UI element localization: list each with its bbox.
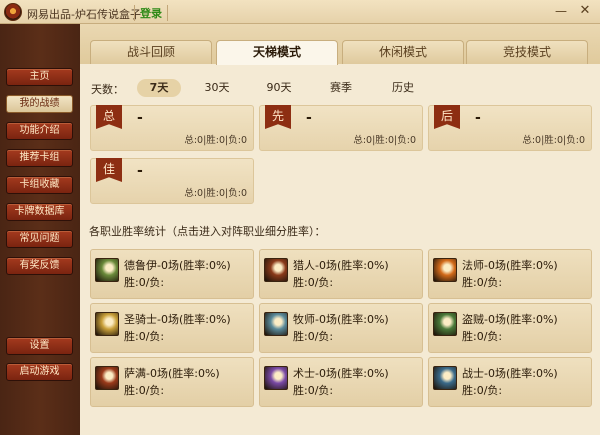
rank-badge: 先 <box>265 105 291 129</box>
title-bar: 网易出品-炉石传说盒子 登录 — ✕ <box>0 0 600 24</box>
hunter-icon <box>264 258 288 282</box>
sidebar-item-faq[interactable]: 常见问题 <box>6 230 73 248</box>
class-section-title: 各职业胜率统计（点击进入对阵职业细分胜率）： <box>89 225 326 238</box>
rank-badge: 佳 <box>96 158 122 182</box>
mage-icon <box>433 258 457 282</box>
rank-card-second: 后 - 总:0|胜:0|负:0 <box>428 105 592 151</box>
class-card[interactable]: 圣骑士-0场(胜率:0%) 胜:0/负: <box>90 303 254 353</box>
days-option-30[interactable]: 30天 <box>197 79 237 97</box>
class-name: 牧师-0场(胜率:0%) <box>293 313 389 326</box>
days-option-history[interactable]: 历史 <box>383 79 423 97</box>
class-card[interactable]: 萨满-0场(胜率:0%) 胜:0/负: <box>90 357 254 407</box>
tab-battle-review[interactable]: 战斗回顾 <box>90 40 212 64</box>
tab-arena-mode[interactable]: 竞技模式 <box>466 40 588 64</box>
class-record: 胜:0/负: <box>462 384 503 397</box>
warlock-icon <box>264 366 288 390</box>
sidebar-item-launch-game[interactable]: 启动游戏 <box>6 363 73 381</box>
days-option-7[interactable]: 7天 <box>137 79 181 97</box>
sidebar-item-recommended-decks[interactable]: 推荐卡组 <box>6 149 73 167</box>
class-card[interactable]: 法师-0场(胜率:0%) 胜:0/负: <box>428 249 592 299</box>
class-name: 猎人-0场(胜率:0%) <box>293 259 389 272</box>
rank-value: - <box>137 163 143 179</box>
rank-value: - <box>137 110 143 126</box>
class-name: 法师-0场(胜率:0%) <box>462 259 558 272</box>
class-card[interactable]: 德鲁伊-0场(胜率:0%) 胜:0/负: <box>90 249 254 299</box>
class-name: 盗贼-0场(胜率:0%) <box>462 313 558 326</box>
rank-card-first: 先 - 总:0|胜:0|负:0 <box>259 105 423 151</box>
sidebar-item-feedback[interactable]: 有奖反馈 <box>6 257 73 275</box>
rank-card-total: 总 - 总:0|胜:0|负:0 <box>90 105 254 151</box>
class-name: 德鲁伊-0场(胜率:0%) <box>124 259 231 272</box>
main-panel: 战斗回顾 天梯模式 休闲模式 竞技模式 天数： 7天 30天 90天 赛季 历史… <box>80 24 600 435</box>
minimize-button[interactable]: — <box>550 1 572 21</box>
sidebar-item-features[interactable]: 功能介绍 <box>6 122 73 140</box>
close-button[interactable]: ✕ <box>574 1 596 21</box>
days-option-season[interactable]: 赛季 <box>321 79 361 97</box>
sidebar-item-settings[interactable]: 设置 <box>6 337 73 355</box>
rank-stats: 总:0|胜:0|负:0 <box>184 188 247 199</box>
rank-value: - <box>306 110 312 126</box>
class-record: 胜:0/负: <box>293 330 334 343</box>
sidebar: 主页 我的战绩 功能介绍 推荐卡组 卡组收藏 卡牌数据库 常见问题 有奖反馈 设… <box>0 24 80 435</box>
class-record: 胜:0/负: <box>293 384 334 397</box>
class-card[interactable]: 盗贼-0场(胜率:0%) 胜:0/负: <box>428 303 592 353</box>
class-record: 胜:0/负: <box>462 276 503 289</box>
rogue-icon <box>433 312 457 336</box>
login-link[interactable]: 登录 <box>134 5 168 21</box>
rank-badge: 后 <box>434 105 460 129</box>
sidebar-item-home[interactable]: 主页 <box>6 68 73 86</box>
days-label: 天数： <box>91 83 124 96</box>
class-card[interactable]: 猎人-0场(胜率:0%) 胜:0/负: <box>259 249 423 299</box>
rank-badge: 总 <box>96 105 122 129</box>
class-card[interactable]: 术士-0场(胜率:0%) 胜:0/负: <box>259 357 423 407</box>
paladin-icon <box>95 312 119 336</box>
rank-card-best: 佳 - 总:0|胜:0|负:0 <box>90 158 254 204</box>
app-title: 网易出品-炉石传说盒子 <box>27 8 141 21</box>
rank-stats: 总:0|胜:0|负:0 <box>522 135 585 146</box>
shaman-icon <box>95 366 119 390</box>
sidebar-item-deck-collection[interactable]: 卡组收藏 <box>6 176 73 194</box>
sidebar-item-card-database[interactable]: 卡牌数据库 <box>6 203 73 221</box>
class-name: 战士-0场(胜率:0%) <box>462 367 558 380</box>
class-name: 术士-0场(胜率:0%) <box>293 367 389 380</box>
warrior-icon <box>433 366 457 390</box>
sidebar-item-my-records[interactable]: 我的战绩 <box>6 95 73 113</box>
druid-icon <box>95 258 119 282</box>
rank-value: - <box>475 110 481 126</box>
class-record: 胜:0/负: <box>462 330 503 343</box>
class-record: 胜:0/负: <box>124 276 165 289</box>
class-card[interactable]: 牧师-0场(胜率:0%) 胜:0/负: <box>259 303 423 353</box>
class-record: 胜:0/负: <box>124 330 165 343</box>
tab-casual-mode[interactable]: 休闲模式 <box>342 40 464 64</box>
priest-icon <box>264 312 288 336</box>
rank-stats: 总:0|胜:0|负:0 <box>353 135 416 146</box>
tab-ladder-mode[interactable]: 天梯模式 <box>216 40 338 65</box>
rank-stats: 总:0|胜:0|负:0 <box>184 135 247 146</box>
class-card[interactable]: 战士-0场(胜率:0%) 胜:0/负: <box>428 357 592 407</box>
app-logo-icon <box>4 3 22 21</box>
class-record: 胜:0/负: <box>124 384 165 397</box>
class-name: 圣骑士-0场(胜率:0%) <box>124 313 231 326</box>
class-record: 胜:0/负: <box>293 276 334 289</box>
days-option-90[interactable]: 90天 <box>259 79 299 97</box>
class-name: 萨满-0场(胜率:0%) <box>124 367 220 380</box>
